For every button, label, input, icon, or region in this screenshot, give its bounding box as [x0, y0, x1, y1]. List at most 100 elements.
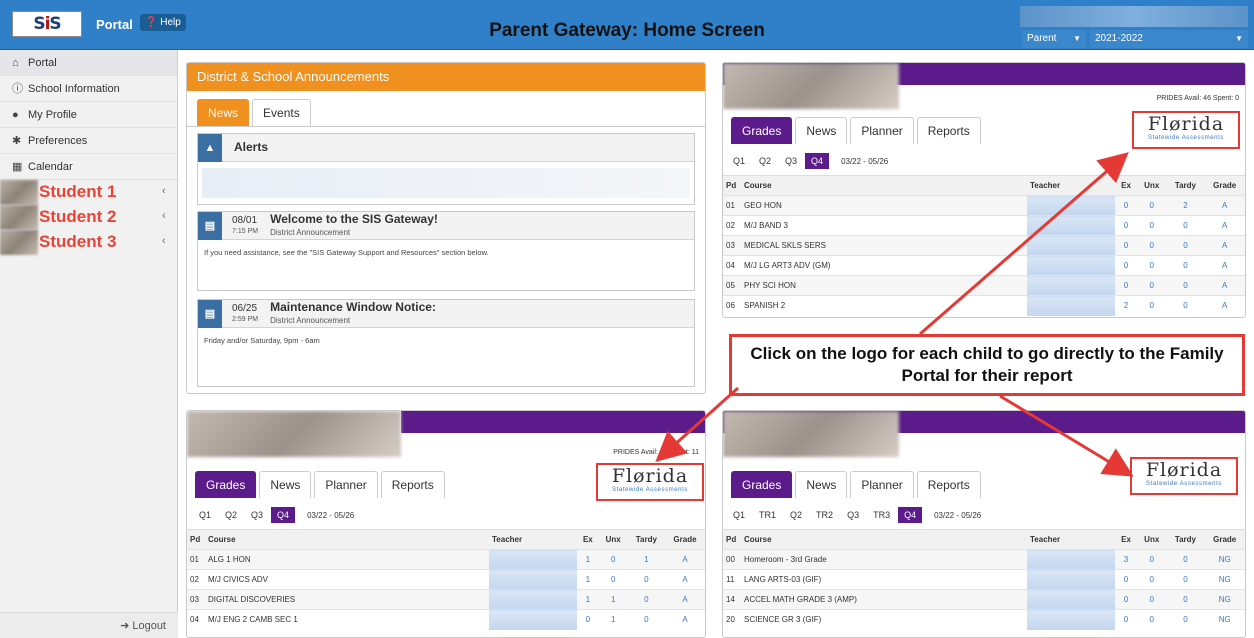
quarter-q3[interactable]: Q3: [245, 507, 269, 523]
tab-reports[interactable]: Reports: [916, 117, 981, 144]
cell-tardy[interactable]: 1: [627, 549, 665, 570]
quarter-q4[interactable]: Q4: [271, 507, 296, 523]
cell-unx[interactable]: 0: [1137, 195, 1167, 216]
cell-tardy[interactable]: 0: [627, 569, 665, 590]
cell-ex[interactable]: 0: [1115, 215, 1138, 236]
table-row[interactable]: 01 GEO HON 0 0 2 A: [723, 195, 1245, 216]
cell-tardy[interactable]: 0: [1166, 235, 1205, 256]
cell-unx[interactable]: 0: [1137, 215, 1167, 236]
cell-unx[interactable]: 1: [598, 589, 628, 610]
cell-grade[interactable]: A: [664, 589, 705, 610]
cell-unx[interactable]: 0: [598, 549, 628, 570]
cell-grade[interactable]: A: [1204, 235, 1245, 256]
cell-grade[interactable]: A: [1204, 195, 1245, 216]
table-row[interactable]: 04 M/J ENG 2 CAMB SEC 1010A: [187, 609, 705, 630]
cell-tardy[interactable]: 0: [627, 609, 665, 630]
cell-unx[interactable]: 0: [598, 569, 628, 590]
cell-ex[interactable]: 1: [577, 549, 599, 570]
cell-ex[interactable]: 0: [577, 609, 599, 630]
cell-unx[interactable]: 0: [1137, 609, 1167, 630]
table-row[interactable]: 00 Homeroom - 3rd Grade 3 0 0 NG: [723, 549, 1245, 570]
sidebar-student-2[interactable]: Student 2 ‹: [0, 205, 177, 230]
quarter-q2[interactable]: Q2: [753, 153, 777, 169]
florida-assessments-logo[interactable]: Flørida Statewide Assessments: [596, 463, 704, 501]
sidebar-item-preferences[interactable]: ✱ Preferences: [0, 128, 177, 154]
cell-grade[interactable]: A: [1204, 295, 1245, 316]
cell-tardy[interactable]: 0: [1166, 549, 1205, 570]
cell-ex[interactable]: 0: [1115, 255, 1138, 276]
tab-grades[interactable]: Grades: [731, 117, 793, 144]
cell-ex[interactable]: 2: [1115, 295, 1138, 316]
table-row[interactable]: 02 M/J BAND 3000A: [723, 215, 1245, 236]
sidebar-item-my-profile[interactable]: ● My Profile: [0, 102, 177, 128]
quarter-q2[interactable]: Q2: [219, 507, 243, 523]
tab-reports[interactable]: Reports: [380, 471, 445, 498]
chevron-left-icon[interactable]: ‹: [162, 210, 166, 222]
tab-planner[interactable]: Planner: [850, 117, 914, 144]
cell-tardy[interactable]: 0: [1166, 589, 1205, 610]
cell-grade[interactable]: A: [664, 549, 705, 570]
cell-unx[interactable]: 1: [598, 609, 628, 630]
tab-news[interactable]: News: [259, 471, 312, 498]
cell-grade[interactable]: A: [664, 569, 705, 590]
cell-grade[interactable]: NG: [1204, 569, 1245, 590]
quarter-tr3[interactable]: TR3: [867, 507, 896, 523]
table-row[interactable]: 01 ALG 1 HON 1 0 1 A: [187, 549, 705, 570]
cell-unx[interactable]: 0: [1137, 235, 1167, 256]
quarter-q2[interactable]: Q2: [784, 507, 808, 523]
tab-reports[interactable]: Reports: [916, 471, 981, 498]
cell-unx[interactable]: 0: [1137, 569, 1167, 590]
cell-tardy[interactable]: 0: [1166, 215, 1205, 236]
table-row[interactable]: 04 M/J LG ART3 ADV (GM) 0 0 0 A: [723, 255, 1245, 276]
cell-ex[interactable]: 3: [1115, 549, 1138, 570]
sidebar-item-school-information[interactable]: ⓘ School Information: [0, 76, 177, 102]
tab-news[interactable]: News: [197, 99, 250, 126]
role-select[interactable]: Parent ▼: [1022, 30, 1086, 48]
florida-assessments-logo[interactable]: Flørida Statewide Assessments: [1130, 457, 1238, 495]
cell-tardy[interactable]: 0: [1166, 255, 1205, 276]
cell-grade[interactable]: NG: [1204, 549, 1245, 570]
cell-ex[interactable]: 0: [1115, 589, 1138, 610]
cell-ex[interactable]: 0: [1115, 275, 1138, 296]
cell-ex[interactable]: 0: [1115, 609, 1138, 630]
quarter-q4[interactable]: Q4: [805, 153, 830, 169]
table-row[interactable]: 11 LANG ARTS-03 (GIF) 0 0 0 NG: [723, 569, 1245, 590]
table-row[interactable]: 14 ACCEL MATH GRADE 3 (AMP) 0 0 0 NG: [723, 589, 1245, 610]
table-row[interactable]: 03 MEDICAL SKLS SERS 0 0 0 A: [723, 235, 1245, 256]
tab-planner[interactable]: Planner: [314, 471, 378, 498]
cell-tardy[interactable]: 0: [1166, 569, 1205, 590]
quarter-tr2[interactable]: TR2: [810, 507, 839, 523]
cell-unx[interactable]: 0: [1137, 549, 1167, 570]
cell-tardy[interactable]: 2: [1166, 195, 1205, 216]
cell-ex[interactable]: 0: [1115, 235, 1138, 256]
sidebar-student-1[interactable]: Student 1 ‹: [0, 180, 177, 205]
cell-grade[interactable]: A: [1204, 255, 1245, 276]
cell-grade[interactable]: NG: [1204, 609, 1245, 630]
tab-events[interactable]: Events: [252, 99, 311, 126]
sidebar-student-3[interactable]: Student 3 ‹: [0, 230, 177, 255]
table-row[interactable]: 06 SPANISH 2200A: [723, 295, 1245, 316]
cell-ex[interactable]: 0: [1115, 569, 1138, 590]
cell-ex[interactable]: 1: [577, 569, 599, 590]
cell-ex[interactable]: 1: [577, 589, 599, 610]
cell-tardy[interactable]: 0: [1166, 275, 1205, 296]
cell-tardy[interactable]: 0: [1166, 609, 1205, 630]
quarter-q4[interactable]: Q4: [898, 507, 923, 523]
cell-unx[interactable]: 0: [1137, 589, 1167, 610]
cell-unx[interactable]: 0: [1137, 255, 1167, 276]
tab-news[interactable]: News: [795, 471, 848, 498]
quarter-tr1[interactable]: TR1: [753, 507, 782, 523]
table-row[interactable]: 03 DIGITAL DISCOVERIES 1 1 0 A: [187, 589, 705, 610]
sidebar-item-portal[interactable]: ⌂ Portal: [0, 50, 177, 76]
florida-assessments-logo[interactable]: Flørida Statewide Assessments: [1132, 111, 1240, 149]
quarter-q3[interactable]: Q3: [841, 507, 865, 523]
logout-link[interactable]: ➜ Logout: [0, 612, 178, 638]
tab-grades[interactable]: Grades: [195, 471, 257, 498]
quarter-q3[interactable]: Q3: [779, 153, 803, 169]
cell-grade[interactable]: A: [1204, 275, 1245, 296]
quarter-q1[interactable]: Q1: [193, 507, 217, 523]
cell-grade[interactable]: NG: [1204, 589, 1245, 610]
year-select[interactable]: 2021-2022 ▼: [1090, 30, 1248, 48]
tab-grades[interactable]: Grades: [731, 471, 793, 498]
cell-ex[interactable]: 0: [1115, 195, 1138, 216]
